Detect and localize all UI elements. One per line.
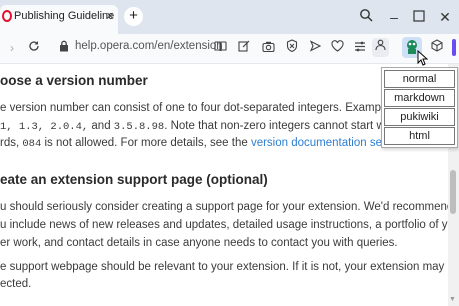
book-icon[interactable] — [211, 39, 229, 57]
edit-icon[interactable] — [235, 39, 253, 57]
cube-icon[interactable] — [428, 39, 446, 57]
search-tabs-icon[interactable] — [356, 8, 376, 26]
sidebar-accent — [452, 39, 456, 56]
maximize-button[interactable] — [409, 8, 429, 26]
send-icon[interactable] — [306, 39, 324, 57]
heading-support-page: eate an extension support page (optional… — [0, 172, 268, 187]
menu-item-markdown[interactable]: markdown — [384, 89, 455, 107]
scroll-down-arrow-icon[interactable]: ▼ — [449, 296, 456, 303]
paragraph-line: u include news of new releases and updat… — [0, 219, 448, 231]
tab-title: Publishing Guidelines - Op — [14, 10, 114, 22]
mouse-cursor-icon — [417, 49, 429, 71]
format-menu: normal markdown pukiwiki html — [381, 67, 458, 148]
heart-icon[interactable] — [328, 39, 346, 57]
shield-icon[interactable] — [283, 39, 301, 57]
reload-icon[interactable] — [25, 39, 43, 57]
scrollbar-thumb[interactable] — [450, 170, 456, 214]
close-window-button[interactable]: ✕ — [435, 8, 455, 26]
paragraph-line: rds, 084 is not allowed. For more detail… — [0, 137, 409, 150]
new-tab-button[interactable]: + — [124, 7, 143, 26]
menu-item-html[interactable]: html — [384, 127, 455, 145]
paragraph-line: e support webpage should be relevant to … — [0, 261, 448, 273]
paragraph-line: ected. — [0, 278, 32, 290]
paragraph-line: u should seriously consider creating a s… — [0, 201, 448, 213]
heading-version-number: oose a version number — [0, 73, 148, 88]
lock-icon[interactable] — [55, 39, 73, 57]
menu-item-normal[interactable]: normal — [384, 70, 455, 88]
back-icon[interactable]: › — [3, 39, 21, 57]
url-field[interactable]: help.opera.com/en/extension — [75, 40, 223, 52]
paragraph-line: 1, 1.3, 2.0.4, and 3.5.8.98. Note that n… — [0, 120, 434, 133]
menu-item-pukiwiki[interactable]: pukiwiki — [384, 108, 455, 126]
minimize-button[interactable]: – — [384, 8, 404, 26]
tab-close-icon[interactable]: × — [103, 8, 117, 23]
menu-lines-icon[interactable] — [351, 39, 369, 57]
profile-icon[interactable] — [372, 38, 389, 57]
paragraph-line: e version number can consist of one to f… — [0, 102, 396, 114]
camera-icon[interactable] — [259, 39, 277, 57]
opera-logo-icon — [2, 10, 12, 22]
paragraph-line: er work, and contact details in case any… — [0, 237, 398, 249]
